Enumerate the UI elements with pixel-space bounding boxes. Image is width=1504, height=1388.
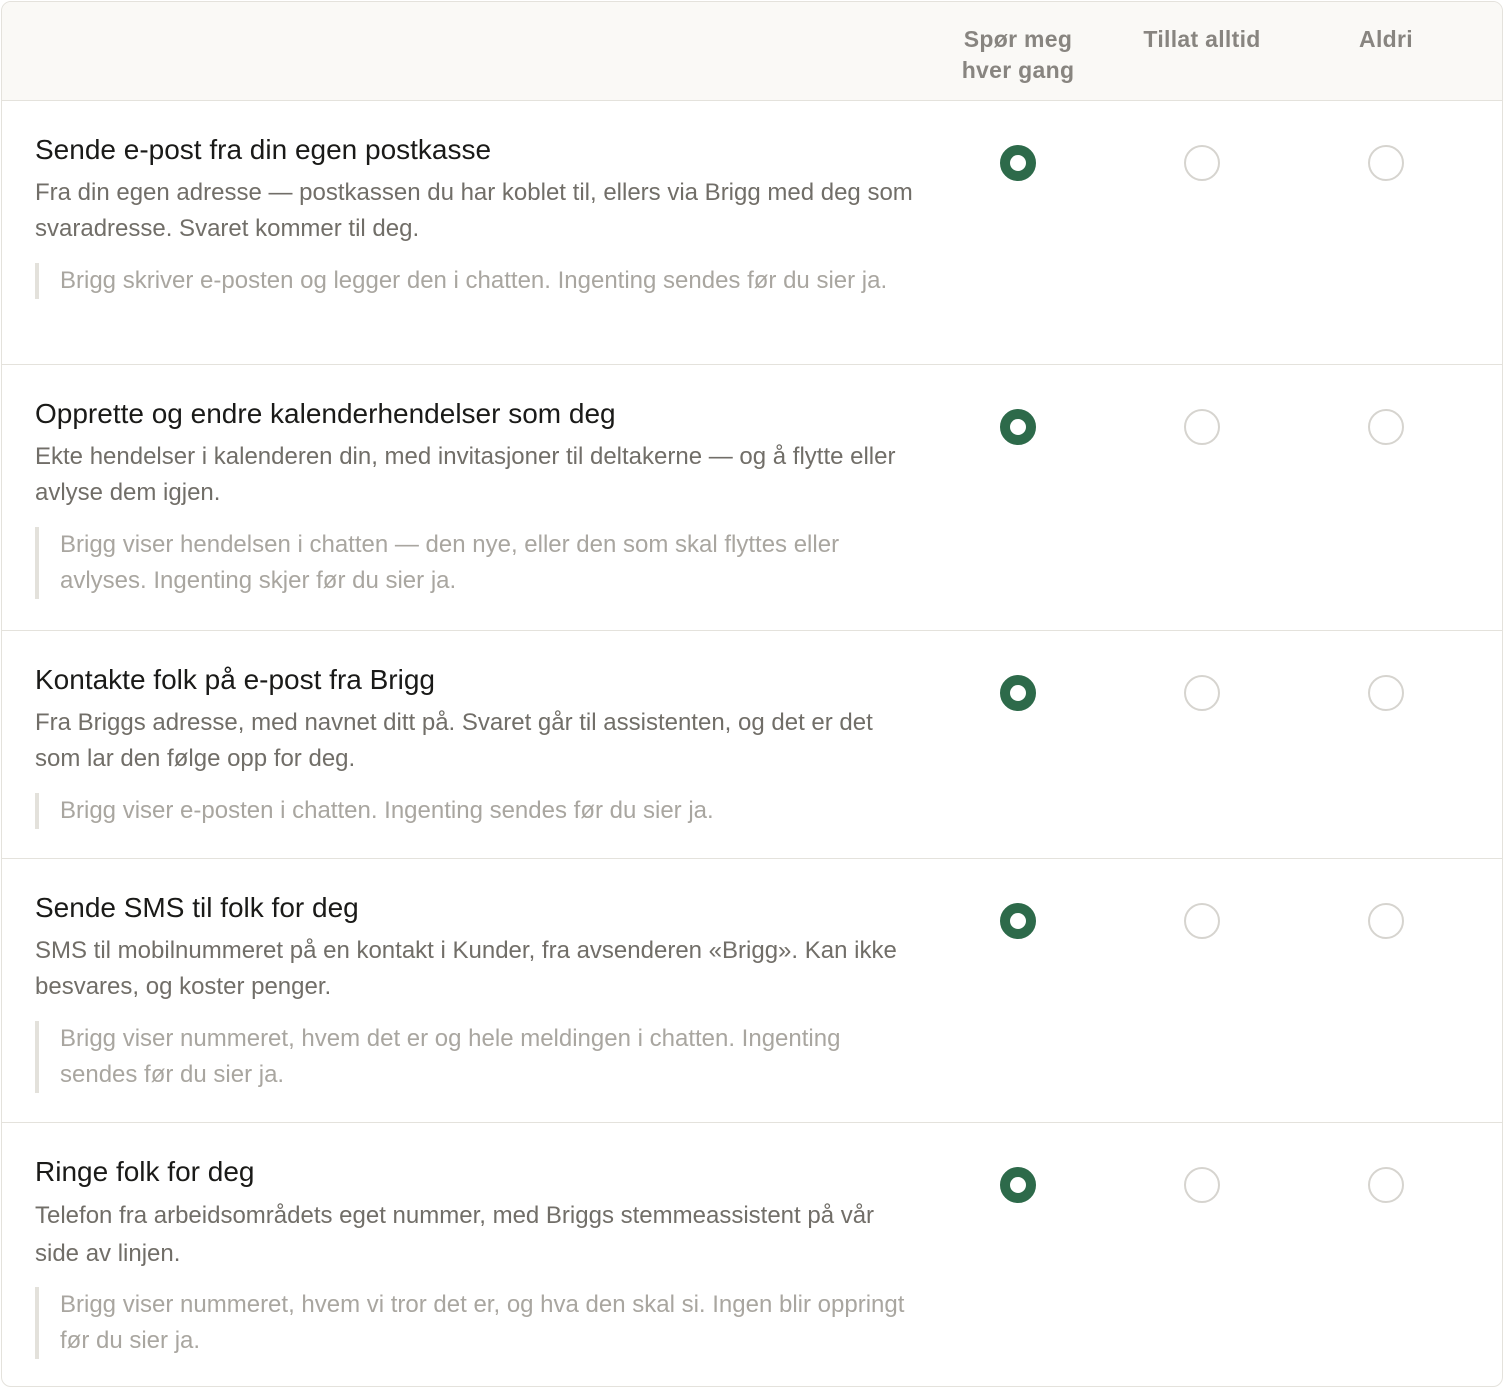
- permission-row-sms: Sende SMS til folk for deg SMS til mobil…: [2, 859, 1502, 1123]
- permission-note: Brigg viser nummeret, hvem det er og hel…: [35, 1021, 915, 1093]
- permission-title: Ringe folk for deg: [35, 1156, 255, 1187]
- radio-never[interactable]: [1368, 1167, 1404, 1203]
- permission-title: Sende e-post fra din egen postkasse: [35, 134, 492, 165]
- radio-ask-every-time[interactable]: [1000, 1167, 1036, 1203]
- radio-never[interactable]: [1368, 409, 1404, 445]
- radio-always-allow[interactable]: [1184, 675, 1220, 711]
- permission-description: Fra Briggs adresse, med navnet ditt på. …: [35, 709, 873, 772]
- column-header-always-allow: Tillat alltid: [1143, 26, 1261, 52]
- permission-row-send-email: Sende e-post fra din egen postkasse Fra …: [2, 101, 1502, 365]
- column-header-ask-line-1: Spør meg: [963, 26, 1073, 52]
- radio-never[interactable]: [1368, 145, 1404, 181]
- permission-row-contact-email: Kontakte folk på e-post fra Brigg Fra Br…: [2, 631, 1502, 859]
- permission-description: SMS til mobilnummeret på en kontakt i Ku…: [35, 937, 897, 1000]
- column-header-never: Aldri: [1359, 26, 1413, 52]
- permission-row-calendar: Opprette og endre kalenderhendelser som …: [2, 365, 1502, 631]
- radio-ask-every-time[interactable]: [1000, 145, 1036, 181]
- radio-always-allow[interactable]: [1184, 903, 1220, 939]
- permission-note: Brigg viser nummeret, hvem vi tror det e…: [35, 1287, 915, 1359]
- radio-never[interactable]: [1368, 903, 1404, 939]
- permissions-table: Spør meg hver gang Tillat alltid Aldri S…: [1, 1, 1503, 1387]
- permission-description: Ekte hendelser i kalenderen din, med inv…: [35, 443, 896, 506]
- radio-always-allow[interactable]: [1184, 1167, 1220, 1203]
- radio-ask-every-time[interactable]: [1000, 409, 1036, 445]
- column-header-ask-line-2: hver gang: [961, 57, 1075, 83]
- permission-note: Brigg skriver e-posten og legger den i c…: [35, 263, 915, 299]
- permission-title: Sende SMS til folk for deg: [35, 892, 359, 923]
- radio-always-allow[interactable]: [1184, 145, 1220, 181]
- permission-note: Brigg viser e-posten i chatten. Ingentin…: [35, 793, 915, 829]
- radio-always-allow[interactable]: [1184, 409, 1220, 445]
- radio-never[interactable]: [1368, 675, 1404, 711]
- radio-ask-every-time[interactable]: [1000, 675, 1036, 711]
- permission-title: Opprette og endre kalenderhendelser som …: [35, 398, 616, 429]
- permission-title: Kontakte folk på e-post fra Brigg: [35, 664, 435, 695]
- permission-note: Brigg viser hendelsen i chatten — den ny…: [35, 527, 915, 599]
- table-header: Spør meg hver gang Tillat alltid Aldri: [2, 2, 1502, 101]
- column-header-ask-every-time: Spør meg hver gang: [926, 24, 1110, 86]
- permission-description: Telefon fra arbeidsområdets eget nummer,…: [35, 1202, 875, 1267]
- permission-row-call: Ringe folk for deg Telefon fra arbeidsom…: [2, 1123, 1502, 1386]
- radio-ask-every-time[interactable]: [1000, 903, 1036, 939]
- permission-description: Fra din egen adresse — postkassen du har…: [35, 179, 913, 242]
